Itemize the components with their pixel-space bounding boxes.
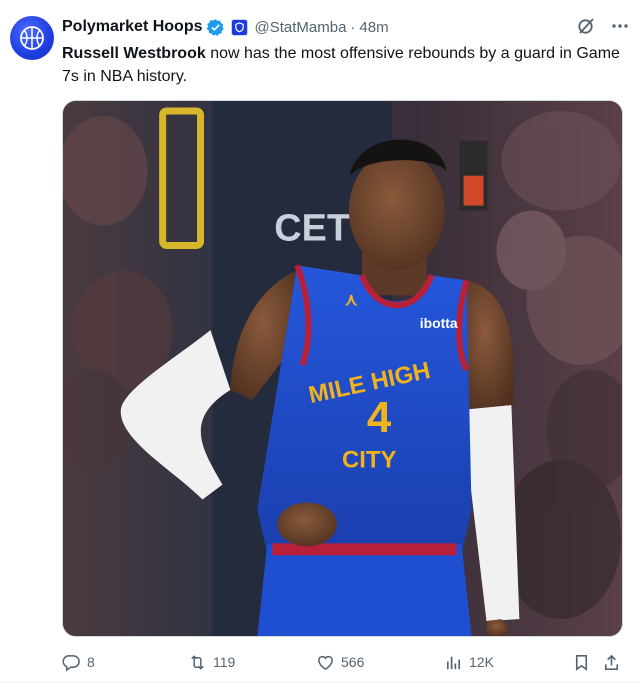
tweet-photo[interactable]: CET ⋏ ibotta MILE HIGH 4 CITY <box>62 100 623 637</box>
tweet-card[interactable]: Polymarket Hoops @StatMamba · 48m Russel… <box>0 0 640 683</box>
views-button[interactable]: 12K <box>444 650 494 674</box>
bookmark-icon <box>575 654 588 671</box>
views-chart-icon <box>446 656 461 669</box>
jersey-sponsor: ibotta <box>420 315 458 331</box>
grok-icon[interactable] <box>576 16 596 36</box>
verified-badge-icon <box>206 18 225 37</box>
mentioned-name: Russell Westbrook <box>62 45 206 62</box>
affiliate-badge-icon[interactable] <box>231 18 249 36</box>
share-icon <box>604 654 619 670</box>
author-handle[interactable]: @StatMamba <box>254 19 346 36</box>
banner-text: CET <box>274 207 350 249</box>
svg-text:⋏: ⋏ <box>344 290 358 309</box>
jersey-number: 4 <box>367 393 392 442</box>
display-name[interactable]: Polymarket Hoops <box>62 18 202 36</box>
tweet-text: Russell Westbrook now has the most offen… <box>62 42 622 88</box>
more-options-icon[interactable] <box>610 16 630 36</box>
retweet-icon <box>191 654 204 670</box>
bookmark-button[interactable] <box>572 650 591 674</box>
basketball-icon <box>20 26 44 50</box>
avatar[interactable] <box>10 16 54 60</box>
tweet-actions: 8 119 566 12K <box>62 650 624 674</box>
retweet-button[interactable]: 119 <box>188 650 235 674</box>
views-count: 12K <box>469 654 494 670</box>
player-photo: CET ⋏ ibotta MILE HIGH 4 CITY <box>63 101 622 636</box>
like-count: 566 <box>341 654 365 670</box>
reply-button[interactable]: 8 <box>62 650 95 674</box>
reply-count: 8 <box>87 654 95 670</box>
timestamp[interactable]: 48m <box>359 19 388 36</box>
heart-icon <box>318 655 333 670</box>
share-button[interactable] <box>602 650 621 674</box>
like-button[interactable]: 566 <box>316 650 364 674</box>
reply-icon <box>62 654 80 672</box>
tweet-header: Polymarket Hoops @StatMamba · 48m <box>62 16 630 38</box>
header-actions <box>576 16 630 36</box>
separator-dot: · <box>350 18 356 36</box>
jersey-line2: CITY <box>342 447 397 474</box>
retweet-count: 119 <box>213 654 236 670</box>
